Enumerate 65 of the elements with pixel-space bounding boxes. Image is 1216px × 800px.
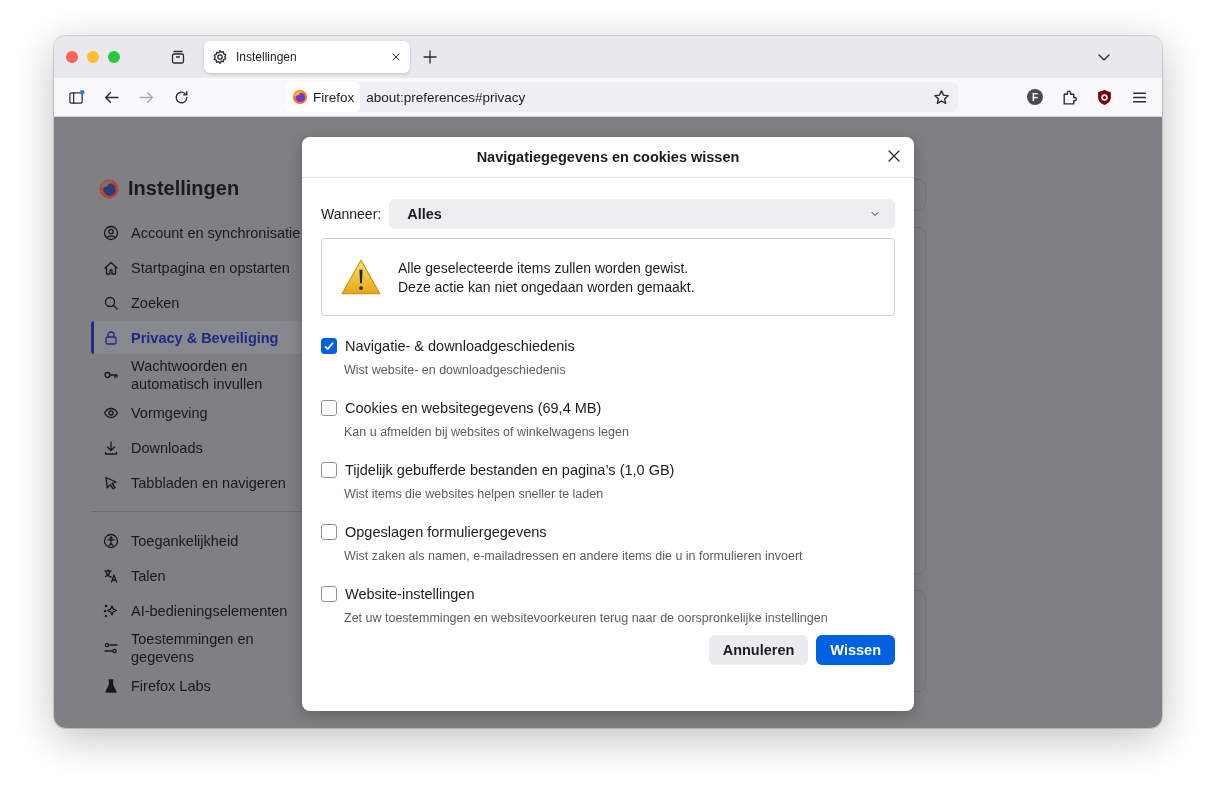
sidebar-item[interactable]: Toestemmingen en gegevens	[91, 629, 303, 667]
cancel-button[interactable]: Annuleren	[708, 635, 809, 665]
sidebar-item[interactable]: Zoeken	[91, 286, 303, 319]
checkbox[interactable]	[321, 400, 337, 416]
close-tab-icon[interactable]	[390, 51, 402, 63]
checkbox[interactable]	[321, 586, 337, 602]
sidebar-item[interactable]: Wachtwoorden en automatisch invullen	[91, 356, 303, 394]
warning-text: Deze actie kan niet ongedaan worden gemaakt.	[398, 278, 695, 295]
address-bar[interactable]: Firefox about:preferences#privacy	[286, 82, 958, 112]
tab-list-icon[interactable]	[170, 49, 186, 65]
reload-icon[interactable]	[173, 88, 190, 106]
checkbox[interactable]	[321, 524, 337, 540]
sidebar-item[interactable]: Account en synchronisatie	[91, 216, 303, 249]
home-icon	[103, 259, 119, 276]
option-description: Kan u afmelden bij websites of winkelwagens legen	[343, 425, 630, 439]
time-range-dropdown[interactable]: Alles	[389, 199, 895, 229]
sidebar-item[interactable]: Firefox Labs	[91, 669, 303, 702]
account-icon	[103, 224, 119, 241]
firefox-logo-icon	[292, 89, 308, 105]
sparkle-icon	[103, 602, 119, 619]
new-tab-icon[interactable]	[422, 49, 438, 65]
sidebar-item[interactable]: Toegankelijkheid	[91, 524, 303, 557]
sidebar-item[interactable]: Startpagina en opstarten	[91, 251, 303, 284]
sidebar-item[interactable]: Tabbladen en navigeren	[91, 466, 303, 499]
identity-chip[interactable]: Firefox	[286, 82, 361, 112]
search-icon	[103, 294, 119, 311]
warning-icon	[340, 258, 382, 296]
option-label[interactable]: Cookies en websitegegevens (69,4 MB)	[345, 400, 602, 416]
browser-tab[interactable]: Instellingen	[204, 41, 410, 73]
option-label[interactable]: Tijdelijk gebufferde bestanden en pagina’s (1,0 GB)	[345, 462, 675, 478]
option-description: Wist items die websites helpen sneller te laden	[343, 487, 605, 501]
option-description: Wist website- en downloadgeschiedenis	[343, 363, 567, 377]
accessibility-icon	[103, 532, 119, 549]
sliders-icon	[103, 640, 119, 656]
warning-text: Alle geselecteerde items zullen worden gewist.	[398, 259, 690, 276]
option-label[interactable]: Opgeslagen formuliergegevens	[345, 524, 547, 540]
account-avatar[interactable]: F	[1027, 89, 1043, 105]
lock-icon	[103, 329, 119, 346]
sidebar-item[interactable]: AI-bedieningselementen	[91, 594, 303, 627]
translate-icon	[103, 567, 119, 584]
star-icon[interactable]	[933, 88, 950, 106]
sidebar-item[interactable]: Vormgeving	[91, 396, 303, 429]
shield-icon[interactable]	[1096, 88, 1113, 106]
flask-icon	[103, 677, 119, 694]
dialog-title: Navigatiegegevens en cookies wissen	[476, 149, 740, 165]
sidebar-item[interactable]: Talen	[91, 559, 303, 592]
url-text: about:preferences#privacy	[366, 89, 526, 105]
checkbox[interactable]	[321, 462, 337, 478]
sidebar-icon[interactable]	[68, 88, 85, 106]
puzzle-icon[interactable]	[1061, 88, 1078, 106]
download-icon	[103, 439, 119, 456]
cursor-icon	[103, 474, 119, 491]
when-label: Wanneer:	[321, 206, 382, 222]
option-description: Zet uw toestemmingen en websitevoorkeuren terug naar de oorspronkelijke instellingen	[343, 611, 829, 625]
option-description: Wist zaken als namen, e-mailadressen en andere items die u in formulieren invoert	[343, 549, 804, 563]
checkbox[interactable]	[321, 338, 337, 354]
settings-title: Instellingen	[128, 177, 240, 200]
close-icon[interactable]	[886, 148, 902, 164]
clear-button[interactable]: Wissen	[816, 635, 895, 665]
gear-icon	[212, 49, 228, 65]
option-label[interactable]: Navigatie- & downloadgeschiedenis	[345, 338, 575, 354]
sidebar-item[interactable]: Privacy & Beveiliging	[91, 321, 303, 354]
sidebar-item[interactable]: Downloads	[91, 431, 303, 464]
option-label[interactable]: Website-instellingen	[345, 586, 475, 602]
firefox-logo-icon	[98, 177, 120, 200]
